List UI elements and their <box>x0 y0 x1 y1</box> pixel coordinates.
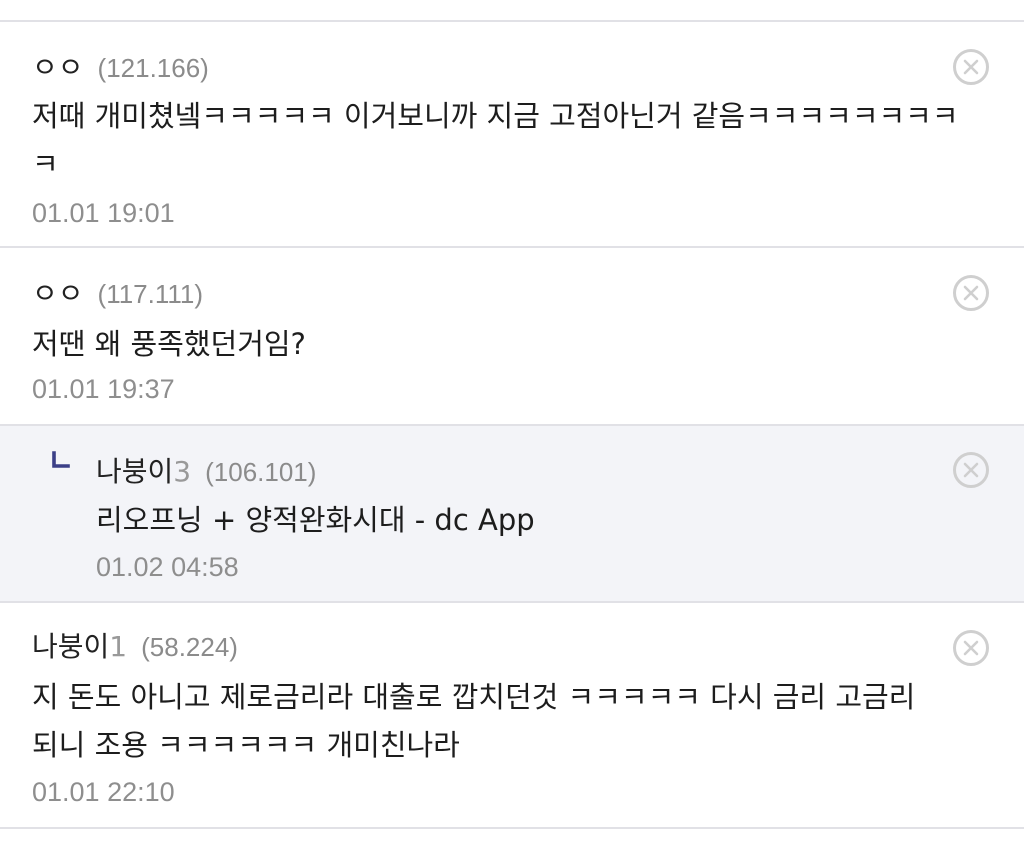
divider <box>0 827 1024 829</box>
comment-text: 리오프닝 + 양적완화시대 - dc App <box>96 503 535 537</box>
comment-header: ㅇㅇ (121.166) <box>32 46 209 86</box>
comment-ip: (121.166) <box>97 53 209 83</box>
comment-date: 01.02 04:58 <box>96 552 239 582</box>
comment-text: 저땐 왜 풍족했던거임? <box>32 327 306 361</box>
comment-header: 나붕이 3 (106.101) <box>96 450 316 490</box>
delete-comment-button[interactable] <box>953 630 989 666</box>
delete-comment-button[interactable] <box>953 452 989 488</box>
comment-ip: (117.111) <box>97 279 204 309</box>
comment-date: 01.01 22:10 <box>32 777 175 807</box>
comment-item: ㅇㅇ (121.166) 저때 개미쳤넼ㅋㅋㅋㅋㅋ 이거보니까 지금 고점아닌거… <box>0 22 1024 246</box>
close-circle-icon <box>963 462 979 478</box>
comment-item: ㅇㅇ (117.111) 저땐 왜 풍족했던거임? 01.01 19:37 <box>0 248 1024 424</box>
comment-header: 나붕이 1 (58.224) <box>32 625 238 665</box>
reply-item: 나붕이 3 (106.101) 리오프닝 + 양적완화시대 - dc App 01… <box>0 426 1024 601</box>
close-circle-icon <box>963 285 979 301</box>
comment-ip: (58.224) <box>141 632 238 662</box>
delete-comment-button[interactable] <box>953 49 989 85</box>
reply-arrow-icon <box>51 451 71 475</box>
comment-text: 지 돈도 아니고 제로금리라 대출로 깝치던것 ㅋㅋㅋㅋㅋ 다시 금리 고금리 … <box>32 680 916 762</box>
comment-date: 01.01 19:01 <box>32 198 175 228</box>
comment-nickname-suffix: 3 <box>173 455 192 488</box>
delete-comment-button[interactable] <box>953 275 989 311</box>
comment-nickname[interactable]: ㅇㅇ <box>32 272 84 312</box>
comment-ip: (106.101) <box>205 457 317 487</box>
close-circle-icon <box>963 59 979 75</box>
comment-nickname[interactable]: 나붕이 <box>96 450 173 490</box>
comment-date: 01.01 19:37 <box>32 374 175 404</box>
close-circle-icon <box>963 640 979 656</box>
comment-nickname[interactable]: ㅇㅇ <box>32 46 84 86</box>
comment-header: ㅇㅇ (117.111) <box>32 272 203 312</box>
comment-text: 저때 개미쳤넼ㅋㅋㅋㅋㅋ 이거보니까 지금 고점아닌거 같음ㅋㅋㅋㅋㅋㅋㅋㅋ ㅋ <box>32 99 959 181</box>
comment-item: 나붕이 1 (58.224) 지 돈도 아니고 제로금리라 대출로 깝치던것 ㅋㅋ… <box>0 603 1024 827</box>
comment-nickname[interactable]: 나붕이 <box>32 625 109 665</box>
comment-nickname-suffix: 1 <box>109 630 128 663</box>
